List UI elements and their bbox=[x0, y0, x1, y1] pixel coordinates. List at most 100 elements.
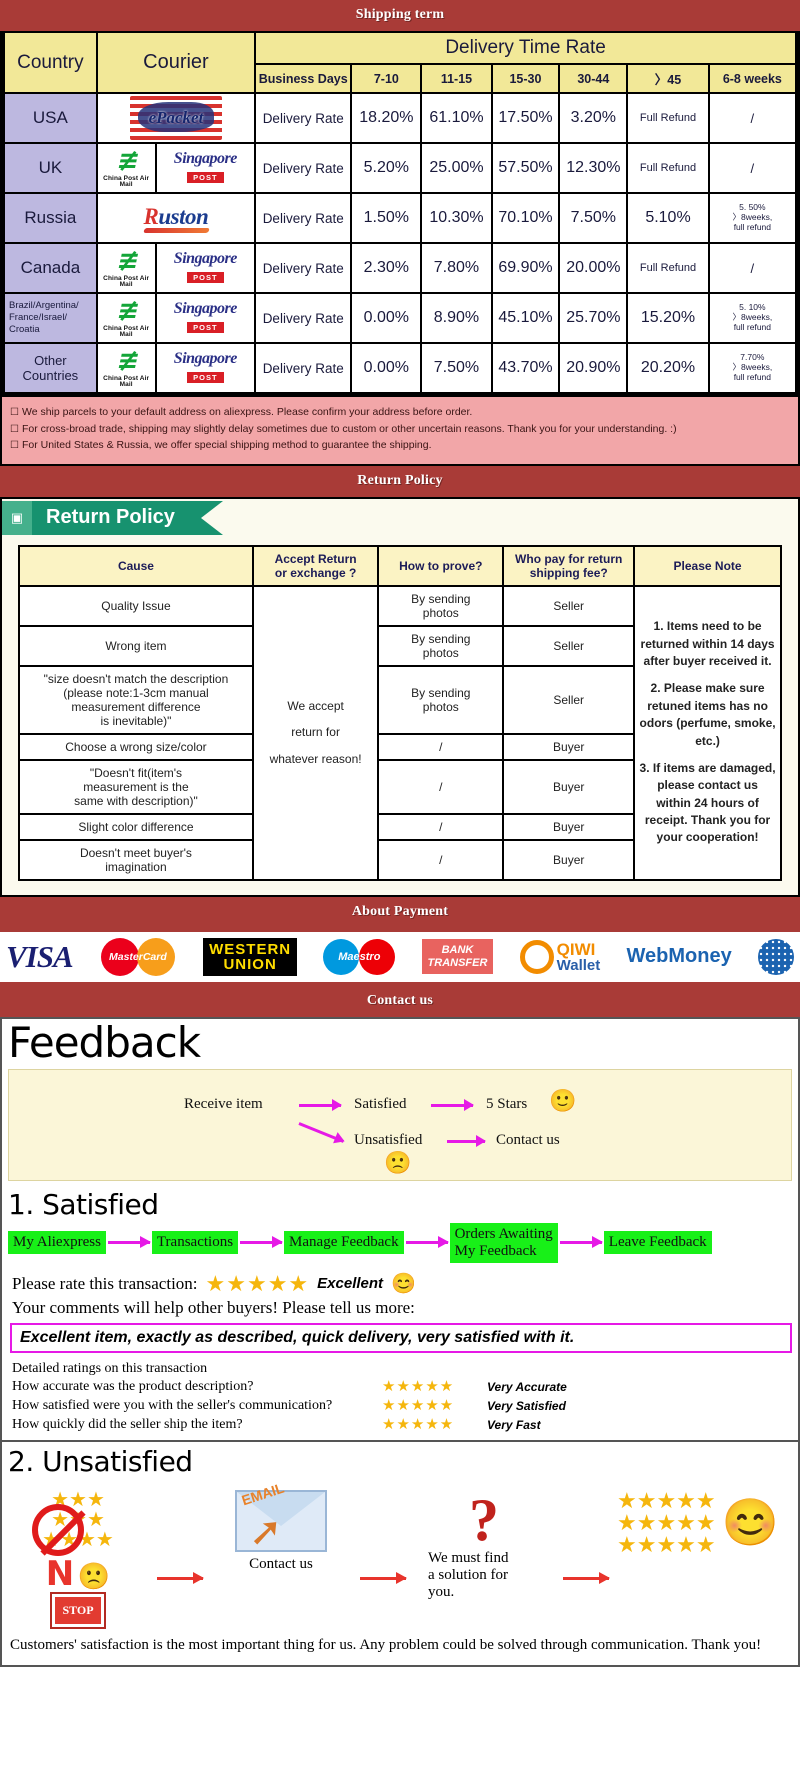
courier-logo-china-post-air-mail: ≢ China Post Air Mail bbox=[95, 342, 157, 394]
wu-bottom: UNION bbox=[223, 955, 277, 973]
brazil-rate-30-44: 25.70% bbox=[558, 292, 629, 344]
flow-contact-us: Contact us bbox=[496, 1131, 560, 1148]
detail-rating-row: How satisfied were you with the seller's… bbox=[2, 1396, 798, 1415]
step-my-aliexpress[interactable]: My Aliexpress bbox=[8, 1231, 106, 1255]
detail-value-3: Very Fast bbox=[487, 1417, 541, 1432]
rate-prompt: Please rate this transaction: bbox=[12, 1273, 198, 1293]
detail-stars-2[interactable]: ★★★★★ bbox=[382, 1396, 487, 1415]
flow-arrow-2 bbox=[431, 1098, 474, 1111]
row-country-brazil-group: Brazil/Argentina/ France/Israel/ Croatia bbox=[3, 292, 98, 344]
courier-logo-singapore-post: Singapore POST bbox=[154, 142, 257, 194]
russia-rate-11-15: 10.30% bbox=[420, 192, 493, 244]
detail-stars-3[interactable]: ★★★★★ bbox=[382, 1415, 487, 1434]
webmoney-icon: WebMoney bbox=[626, 945, 732, 967]
brazil-rate-11-15: 8.90% bbox=[420, 292, 493, 344]
rp-prove-3: By sending photos bbox=[377, 664, 505, 735]
row-country-russia: Russia bbox=[3, 192, 98, 244]
other-rate-15-30: 43.70% bbox=[490, 342, 561, 394]
detail-stars-1[interactable]: ★★★★★ bbox=[382, 1377, 487, 1396]
detail-rating-row: How accurate was the product description… bbox=[2, 1377, 798, 1396]
row-country-usa: USA bbox=[3, 92, 98, 144]
rp-whopays-4: Buyer bbox=[502, 732, 636, 761]
return-policy-panel: ▣ Return Policy Cause Accept Return or e… bbox=[0, 496, 800, 897]
solution-caption: We must find a solution for you. bbox=[428, 1550, 509, 1601]
red-arrow-icon bbox=[156, 1572, 204, 1585]
find-solution-group: ? We must find a solution for you. bbox=[414, 1490, 554, 1601]
usa-rate-6-8-weeks: / bbox=[707, 92, 798, 144]
detail-value-1: Very Accurate bbox=[487, 1379, 567, 1394]
rp-prove-5: / bbox=[377, 758, 505, 815]
arrow-right-icon: ▣ bbox=[2, 500, 32, 535]
bank-bottom: TRANSFER bbox=[427, 956, 488, 969]
wu-top: WESTERN bbox=[209, 940, 292, 958]
rp-header-how-to-prove: How to prove? bbox=[377, 544, 505, 587]
step-transactions[interactable]: Transactions bbox=[151, 1231, 239, 1255]
russia-rate-6-8-weeks: 5. 50% 〉8weeks, full refund bbox=[707, 192, 798, 244]
usa-rate-11-15: 61.10% bbox=[420, 92, 493, 144]
header-range-30-44: 30-44 bbox=[558, 63, 629, 94]
mastercard-icon: MasterCard bbox=[99, 937, 177, 977]
detail-question-3: How quickly did the seller ship the item… bbox=[12, 1416, 243, 1432]
step-leave-feedback[interactable]: Leave Feedback bbox=[603, 1231, 712, 1255]
row-country-canada: Canada bbox=[3, 242, 98, 294]
header-country: Country bbox=[3, 31, 98, 94]
happy-face-icon: 🙂 bbox=[549, 1087, 577, 1113]
stars-line-3: ★★★★★ bbox=[617, 1532, 716, 1558]
shipping-term-banner: Shipping term bbox=[0, 0, 800, 31]
return-policy-table: Cause Accept Return or exchange ? How to… bbox=[17, 544, 783, 881]
header-range-11-15: 11-15 bbox=[420, 63, 493, 94]
row-country-uk: UK bbox=[3, 142, 98, 194]
detail-question-1: How accurate was the product description… bbox=[12, 1378, 254, 1394]
other-rate-7-10: 0.00% bbox=[350, 342, 423, 394]
visa-icon: VISA bbox=[6, 938, 74, 974]
uk-rate-7-10: 5.20% bbox=[350, 142, 423, 194]
courier-logo-china-post-air-mail: ≢ China Post Air Mail bbox=[95, 242, 157, 294]
table-row: Canada ≢ China Post Air Mail Singapore POS… bbox=[3, 242, 798, 294]
rp-cause-5: "Doesn't fit(item's measurement is the s… bbox=[17, 758, 255, 815]
rp-note-1: 1. Items need to be returned within 14 d… bbox=[640, 619, 775, 668]
usa-rate-over-45: Full Refund bbox=[626, 92, 710, 144]
five-stars-icon: ★★★★★ ★★★★★ ★★★★★ bbox=[617, 1490, 716, 1556]
flow-satisfied: Satisfied bbox=[354, 1095, 407, 1112]
russia-rate-7-10: 1.50% bbox=[350, 192, 423, 244]
step-manage-feedback[interactable]: Manage Feedback bbox=[284, 1231, 404, 1255]
payment-logos-strip: VISA MasterCard WESTERN UNION Maestro BA… bbox=[0, 927, 800, 986]
crossed-stars-icon: ★★★ ★★★ ★★★★ bbox=[18, 1490, 138, 1580]
checkbox-icon: ☐ bbox=[10, 440, 19, 451]
uk-rate-over-45: Full Refund bbox=[626, 142, 710, 194]
red-arrow-icon bbox=[359, 1572, 407, 1585]
chain-arrow-icon bbox=[107, 1236, 151, 1249]
bad-rating-group: ★★★ ★★★ ★★★★ N 🙁 STOP bbox=[8, 1490, 148, 1628]
canada-rate-15-30: 69.90% bbox=[490, 242, 561, 294]
comments-prompt: Your comments will help other buyers! Pl… bbox=[12, 1298, 415, 1318]
rate-label: Delivery Rate bbox=[254, 292, 353, 344]
other-rate-30-44: 20.90% bbox=[558, 342, 629, 394]
other-rate-6-8-weeks: 7.70% 〉8weeks, full refund bbox=[707, 342, 798, 394]
rp-cause-7: Doesn't meet buyer's imagination bbox=[17, 838, 255, 881]
row-country-other: Other Countries bbox=[3, 342, 98, 394]
other-rate-11-15: 7.50% bbox=[420, 342, 493, 394]
rate-label: Delivery Rate bbox=[254, 342, 353, 394]
rate-transaction-row: Please rate this transaction: ★★★★★ Exce… bbox=[2, 1267, 798, 1296]
qiwi-top: QIWI bbox=[556, 939, 596, 959]
rating-stars[interactable]: ★★★★★ bbox=[206, 1272, 310, 1295]
step-orders-awaiting-my-feedback[interactable]: Orders Awaiting My Feedback bbox=[449, 1222, 558, 1264]
stars-line-1: ★★★★★ bbox=[617, 1488, 716, 1514]
courier-logo-singapore-post: Singapore POST bbox=[154, 242, 257, 294]
big-smiley-icon: 😊 bbox=[721, 1497, 779, 1549]
detail-rating-row: How quickly did the seller ship the item… bbox=[2, 1415, 798, 1434]
table-row: Other Countries ≢ China Post Air Mail Sin… bbox=[3, 342, 798, 394]
rp-whopays-2: Seller bbox=[502, 624, 636, 667]
rp-whopays-5: Buyer bbox=[502, 758, 636, 815]
tab-point-decoration bbox=[200, 500, 223, 535]
contact-us-caption: Contact us bbox=[249, 1556, 313, 1573]
rating-word: Excellent bbox=[317, 1275, 384, 1293]
header-courier: Courier bbox=[95, 31, 257, 94]
uk-rate-6-8-weeks: / bbox=[707, 142, 798, 194]
satisfied-steps-chain: My Aliexpress Transactions Manage Feedba… bbox=[2, 1222, 798, 1268]
unsatisfied-heading: 2. Unsatisfied bbox=[8, 1445, 193, 1479]
comment-textbox[interactable]: Excellent item, exactly as described, qu… bbox=[10, 1323, 792, 1354]
maestro-icon: Maestro bbox=[323, 938, 396, 976]
rp-cause-6: Slight color difference bbox=[17, 812, 255, 841]
sad-face-icon: 🙁 bbox=[384, 1149, 412, 1175]
